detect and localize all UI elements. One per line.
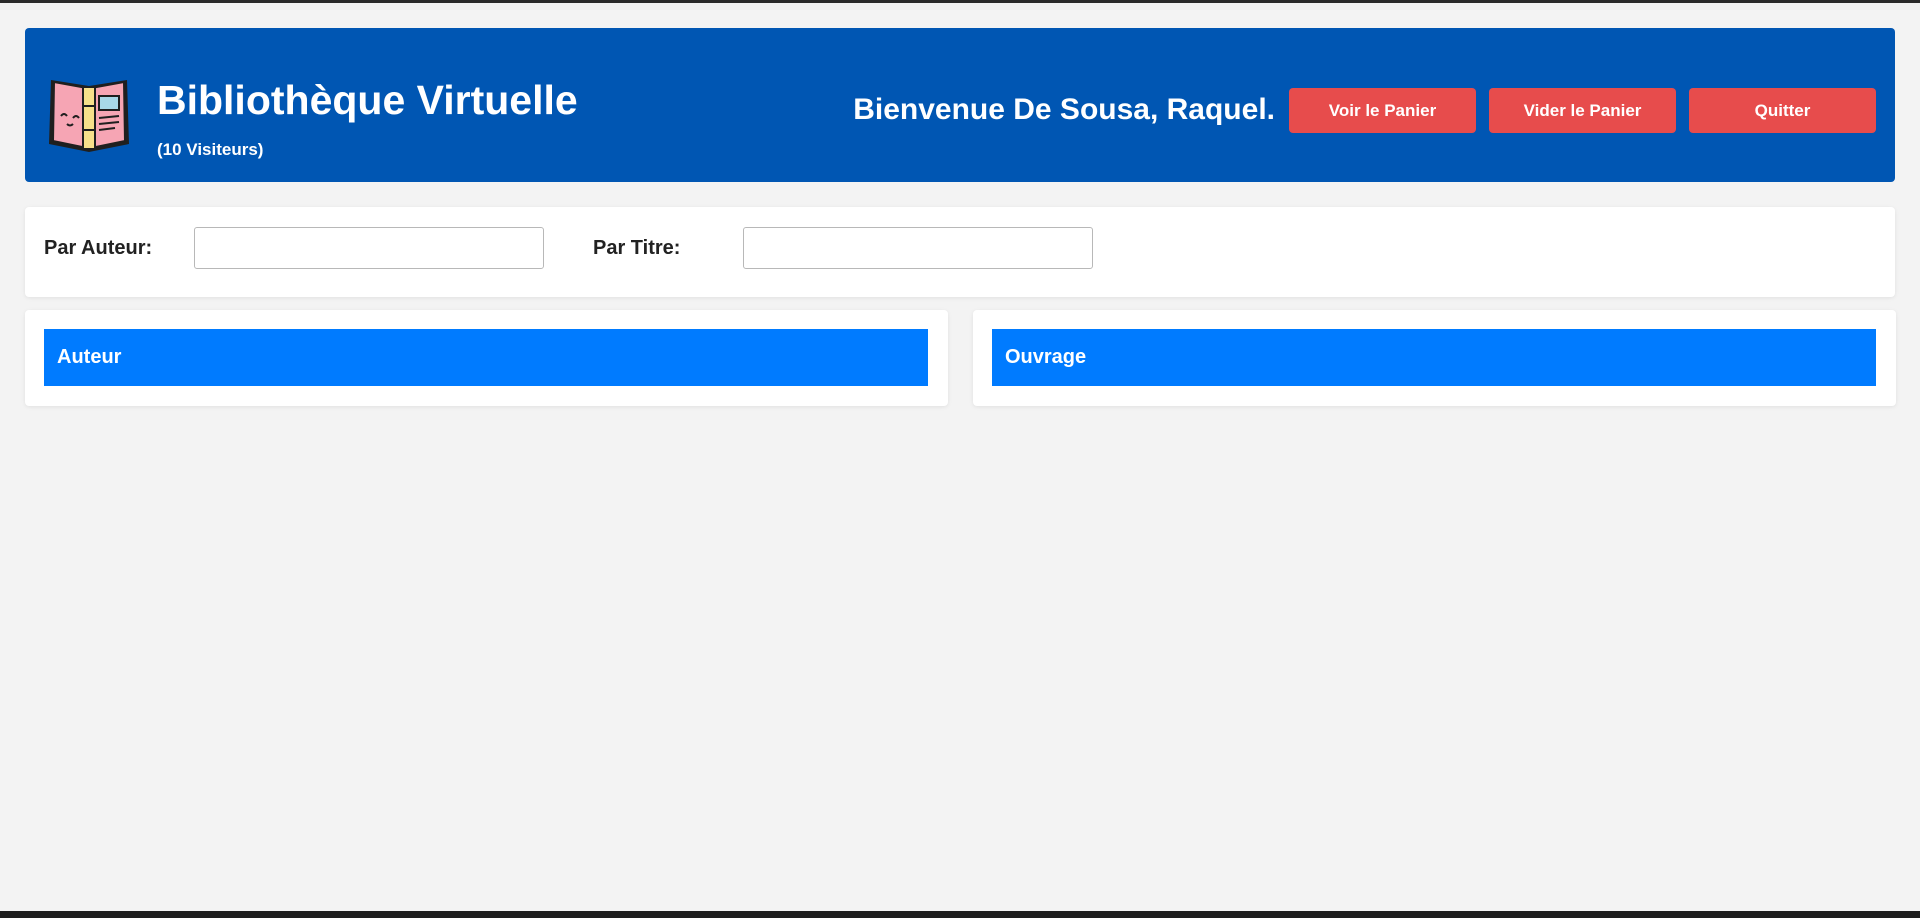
taskbar-strip [0, 911, 1920, 918]
window-top-border [0, 0, 1920, 3]
site-header: Bibliothèque Virtuelle (10 Visiteurs) Bi… [25, 28, 1895, 182]
book-mascot-icon [49, 80, 129, 152]
visitor-count: (10 Visiteurs) [157, 140, 264, 159]
quit-button[interactable]: Quitter [1689, 88, 1876, 133]
author-search-label: Par Auteur: [44, 237, 153, 259]
author-panel-header: Auteur [44, 329, 928, 386]
title-search-input[interactable] [743, 227, 1093, 269]
title-search-label: Par Titre: [593, 237, 681, 259]
work-panel: Ouvrage [973, 310, 1896, 406]
search-panel: Par Auteur: Par Titre: [25, 207, 1895, 297]
author-search-input[interactable] [194, 227, 544, 269]
work-panel-header: Ouvrage [992, 329, 1876, 386]
welcome-message: Bienvenue De Sousa, Raquel. [853, 93, 1275, 126]
view-cart-button[interactable]: Voir le Panier [1289, 88, 1476, 133]
clear-cart-button[interactable]: Vider le Panier [1489, 88, 1676, 133]
author-panel: Auteur [25, 310, 948, 406]
site-title: Bibliothèque Virtuelle [157, 77, 578, 123]
